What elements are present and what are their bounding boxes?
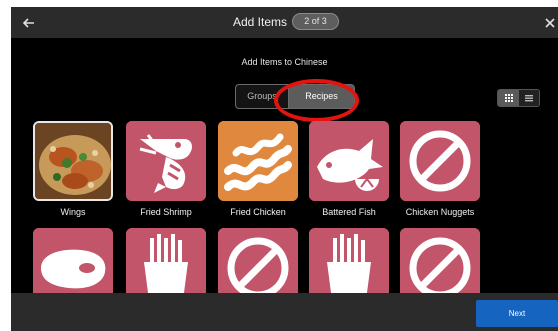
footer-bar: Next — [11, 293, 558, 331]
page-title: Add Items — [233, 15, 288, 29]
subtitle: Add Items to Chinese — [241, 57, 328, 67]
item-label: Battered Fish — [322, 207, 376, 217]
close-button[interactable] — [543, 14, 557, 32]
next-button[interactable]: Next — [476, 300, 558, 327]
close-icon — [545, 18, 555, 28]
fish-icon — [309, 121, 389, 201]
item-tile-fried-shrimp[interactable] — [126, 121, 206, 201]
tab-recipes[interactable]: Recipes — [289, 85, 354, 108]
no-symbol-icon — [400, 121, 480, 201]
list-icon — [525, 95, 533, 102]
view-toggle — [497, 89, 540, 107]
item-label: Chicken Nuggets — [405, 207, 475, 217]
item-tile-wings[interactable] — [33, 121, 113, 201]
list-view-button[interactable] — [519, 90, 539, 106]
type-selector: Groups Recipes — [235, 84, 355, 109]
add-items-dialog: Add Items 2 of 3 Add Items to Chinese Gr… — [11, 7, 558, 331]
grid-view-button[interactable] — [498, 90, 519, 106]
item-tile-fried-chicken[interactable] — [218, 121, 298, 201]
back-button[interactable] — [20, 14, 38, 32]
item-label: Fried Chicken — [230, 207, 286, 217]
item-label: Wings — [60, 207, 86, 217]
arrow-left-icon — [22, 18, 34, 28]
tab-groups[interactable]: Groups — [236, 85, 289, 108]
wings-food-image — [35, 123, 111, 199]
header-bar: Add Items 2 of 3 — [11, 7, 558, 38]
item-tile-chicken-nuggets[interactable] — [400, 121, 480, 201]
item-tile-battered-fish[interactable] — [309, 121, 389, 201]
item-label: Fried Shrimp — [140, 207, 192, 217]
grid-icon — [505, 94, 513, 102]
bacon-strips-icon — [218, 121, 298, 201]
shrimp-icon — [126, 121, 206, 201]
step-badge: 2 of 3 — [292, 13, 339, 30]
